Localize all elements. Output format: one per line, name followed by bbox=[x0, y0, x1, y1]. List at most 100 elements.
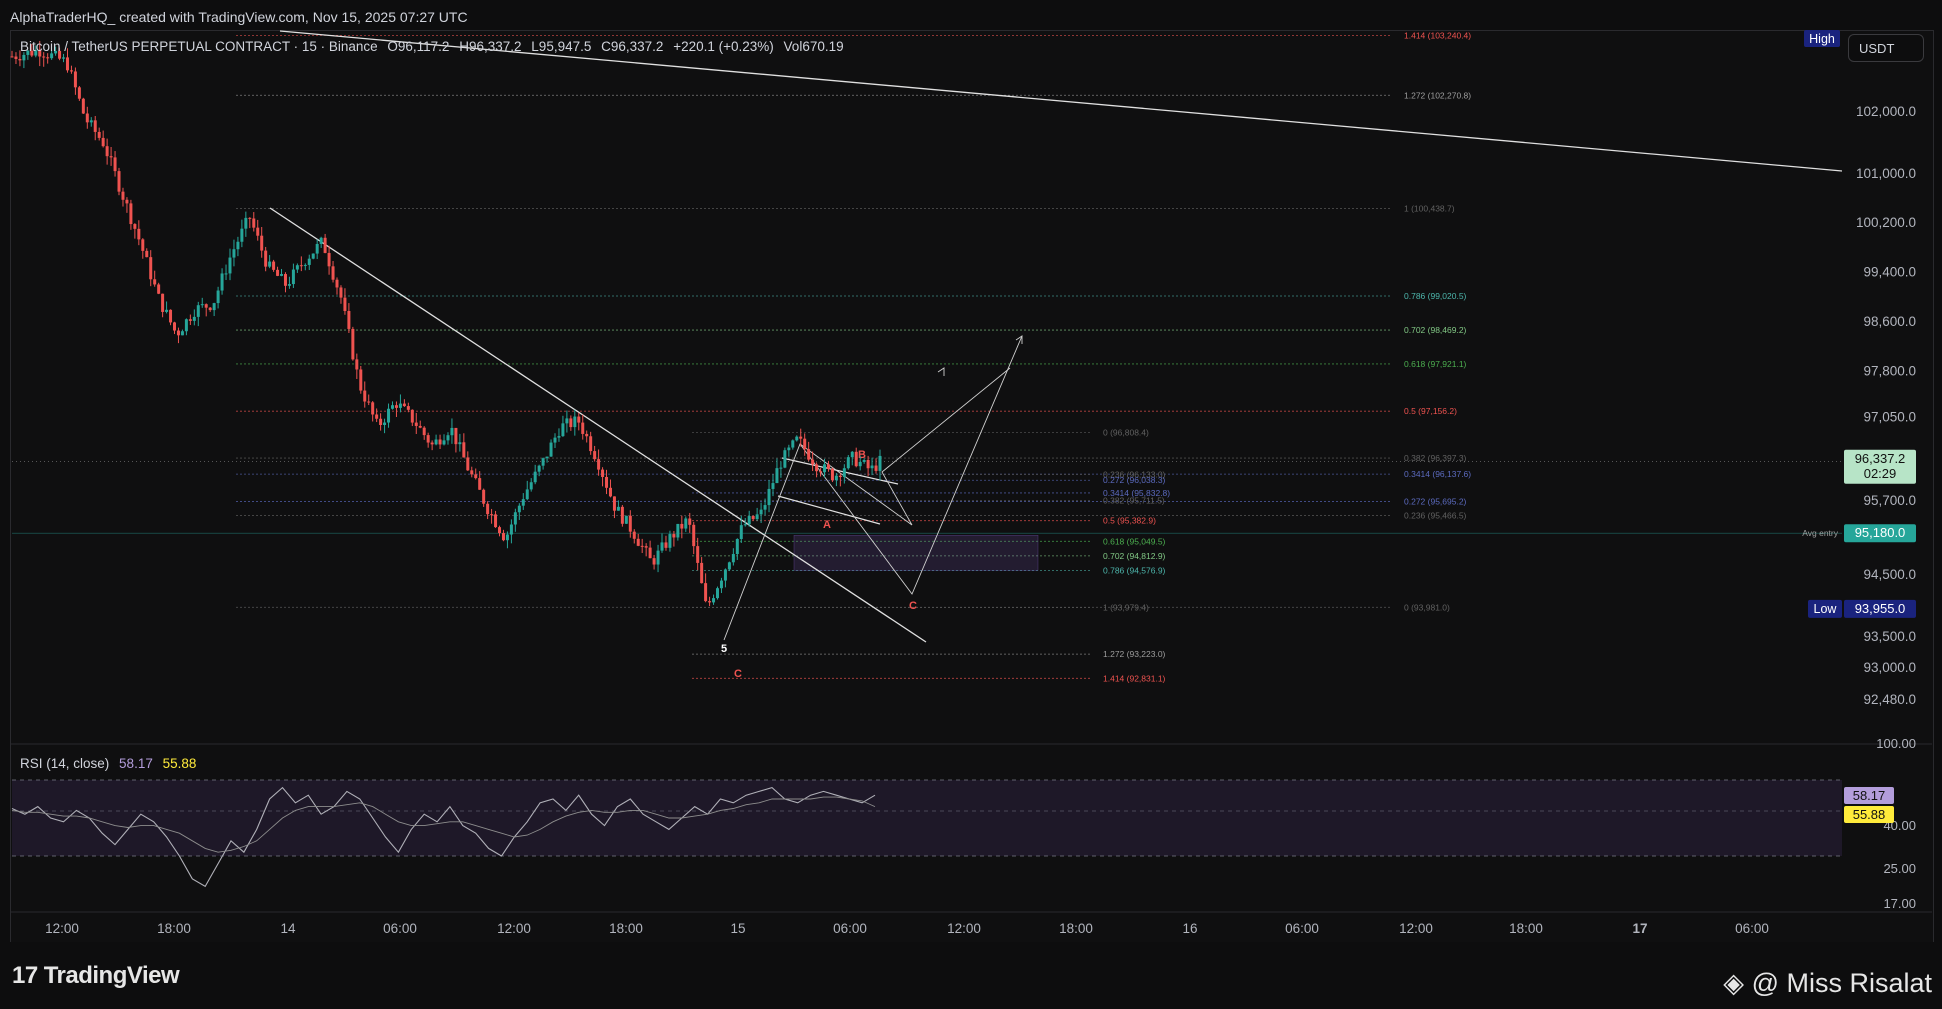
fib-level-label: 0.272 (96,038.3) bbox=[1103, 475, 1166, 485]
fib-level-label: 0.618 (95,049.5) bbox=[1103, 536, 1166, 546]
candle-body bbox=[870, 465, 874, 469]
candle-body bbox=[854, 451, 858, 467]
tradingview-logo[interactable]: 17 TradingView bbox=[12, 962, 180, 990]
currency-button[interactable]: USDT bbox=[1848, 34, 1924, 62]
candle-body bbox=[478, 478, 482, 490]
fib-level-label: 1.414 (103,240.4) bbox=[1404, 30, 1471, 40]
candle-body bbox=[276, 269, 280, 276]
fib-level-label: 0 (96,808.4) bbox=[1103, 428, 1149, 438]
candle-body bbox=[85, 113, 89, 123]
candle-body bbox=[577, 416, 581, 423]
candle-body bbox=[430, 442, 434, 445]
candle-body bbox=[660, 542, 664, 551]
candle-body bbox=[747, 516, 751, 525]
candle-body bbox=[569, 418, 573, 428]
candle-body bbox=[176, 330, 180, 336]
candle-body bbox=[612, 496, 616, 511]
time-tick-label: 12:00 bbox=[497, 921, 531, 936]
candle-body bbox=[14, 56, 18, 59]
volume-value: Vol670.19 bbox=[783, 39, 844, 54]
candle-body bbox=[188, 319, 192, 321]
candle-body bbox=[715, 588, 719, 599]
time-tick-label: 06:00 bbox=[383, 921, 417, 936]
fib-level-label: 0.382 (95,711.5) bbox=[1103, 495, 1165, 505]
candle-body bbox=[505, 534, 509, 541]
candle-body bbox=[375, 414, 379, 419]
candle-body bbox=[434, 439, 438, 445]
candle-body bbox=[656, 550, 660, 565]
candle-body bbox=[446, 435, 450, 441]
candle-body bbox=[77, 87, 81, 99]
signature-text: @ Miss Risalat bbox=[1751, 968, 1932, 998]
candle-body bbox=[787, 447, 791, 451]
candle-body bbox=[335, 279, 339, 288]
wave-label: B bbox=[858, 449, 866, 461]
candle-body bbox=[823, 464, 827, 473]
candle-body bbox=[153, 279, 157, 285]
candle-body bbox=[283, 274, 287, 286]
wave-label: C bbox=[734, 668, 742, 680]
candle-body bbox=[608, 487, 612, 497]
candle-body bbox=[371, 402, 375, 415]
wave-path-a bbox=[723, 367, 1011, 641]
candle-body bbox=[624, 515, 628, 524]
descending-trendline bbox=[269, 207, 927, 643]
candle-body bbox=[652, 558, 656, 565]
fib-level-label: 0.236 (95,466.5) bbox=[1404, 511, 1467, 521]
currency-label: USDT bbox=[1859, 40, 1895, 56]
candle-body bbox=[474, 474, 478, 479]
candle-body bbox=[303, 264, 307, 266]
candle-body bbox=[541, 458, 545, 466]
price-tick-label: 97,050.0 bbox=[1863, 410, 1916, 425]
candle-body bbox=[815, 464, 819, 472]
footer bbox=[0, 942, 1942, 1009]
candle-body bbox=[767, 488, 771, 506]
price-tick-label: 94,500.0 bbox=[1863, 567, 1916, 582]
candle-body bbox=[149, 257, 153, 280]
candle-body bbox=[589, 436, 593, 452]
candle-body bbox=[680, 523, 684, 529]
candle-body bbox=[390, 405, 394, 409]
rsi-ma-label-text: 55.88 bbox=[1853, 807, 1886, 822]
candle-body bbox=[597, 459, 601, 470]
candle-body bbox=[272, 261, 276, 270]
candle-body bbox=[605, 476, 609, 488]
diamond-logo-icon: ◈ bbox=[1723, 968, 1745, 998]
candle-body bbox=[739, 525, 743, 540]
candle-body bbox=[616, 506, 620, 511]
ohlc-close: C96,337.2 bbox=[601, 39, 664, 54]
time-tick-label: 12:00 bbox=[947, 921, 981, 936]
candle-body bbox=[133, 224, 137, 229]
rsi-legend: RSI (14, close) 58.17 55.88 bbox=[20, 756, 196, 771]
candle-body bbox=[157, 284, 161, 294]
rsi-tick-label: 100.00 bbox=[1876, 736, 1916, 751]
candle-body bbox=[672, 534, 676, 538]
candle-body bbox=[196, 305, 200, 317]
candle-body bbox=[533, 471, 537, 483]
candle-body bbox=[347, 310, 351, 329]
time-tick-label: 18:00 bbox=[1509, 921, 1543, 936]
tradingview-mark-icon: 17 bbox=[12, 962, 38, 989]
candle-body bbox=[755, 514, 759, 520]
candle-body bbox=[830, 468, 834, 481]
candle-body bbox=[494, 514, 498, 528]
current-price-label-text: 96,337.2 bbox=[1855, 451, 1906, 466]
candle-body bbox=[490, 514, 494, 516]
rsi-value: 58.17 bbox=[119, 756, 153, 771]
candle-body bbox=[343, 297, 347, 311]
wave-label: A bbox=[823, 519, 831, 531]
candle-body bbox=[141, 239, 145, 251]
candle-body bbox=[383, 422, 387, 426]
chart-canvas[interactable]: 1.414 (103,240.4) 1.272 (102,270.8) 1 (100… bbox=[0, 0, 1942, 1009]
candle-body bbox=[731, 554, 735, 563]
candle-body bbox=[862, 459, 866, 462]
candle-body bbox=[410, 409, 414, 423]
candle-body bbox=[791, 440, 795, 448]
candle-body bbox=[169, 309, 173, 323]
candle-body bbox=[501, 533, 505, 541]
candle-body bbox=[224, 273, 228, 275]
candle-body bbox=[799, 436, 803, 439]
candle-body bbox=[581, 422, 585, 434]
candle-body bbox=[339, 287, 343, 298]
candle-body bbox=[145, 250, 149, 258]
